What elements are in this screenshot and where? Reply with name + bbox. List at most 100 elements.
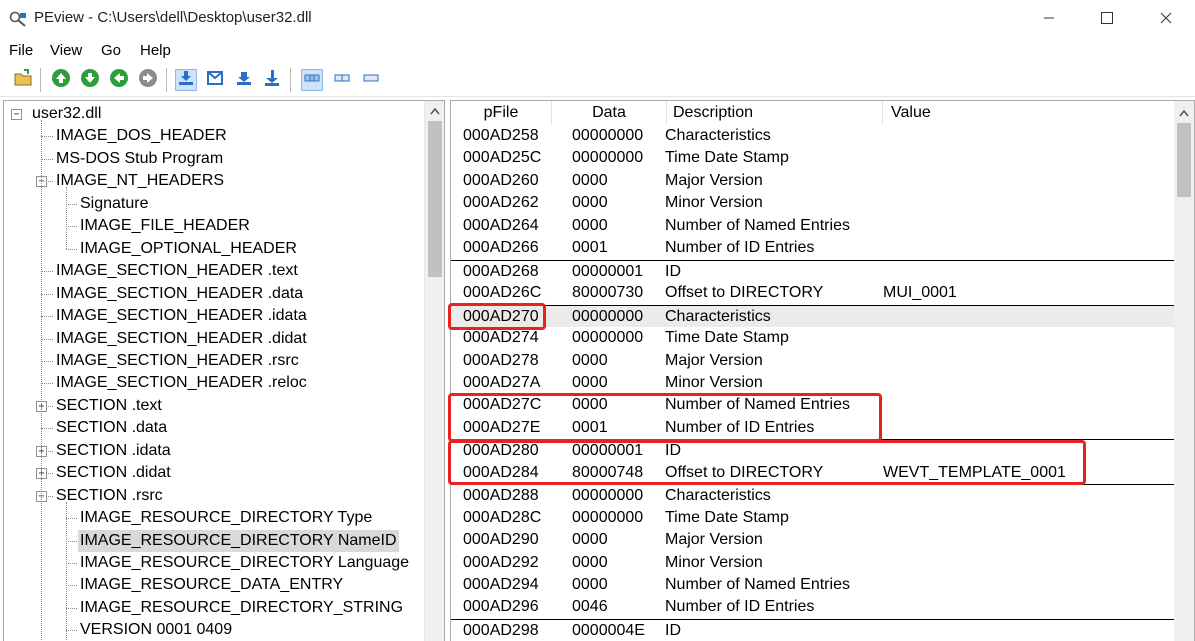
scroll-up-button[interactable] [1174,103,1194,121]
table-row[interactable]: 000AD27A 0000 Minor Version [451,372,1175,394]
tree-item[interactable]: IMAGE_SECTION_HEADER .didat [4,328,424,350]
tree-item[interactable]: + SECTION .text [4,395,424,417]
column-header-pfile[interactable]: pFile [451,101,552,125]
tree-connector [66,540,77,542]
table-row[interactable]: 000AD274 00000000 Time Date Stamp [451,327,1175,349]
open-file-button[interactable] [12,69,34,91]
menu-go[interactable]: Go [101,42,121,59]
table-row[interactable]: 000AD264 0000 Number of Named Entries [451,215,1175,237]
scroll-up-button[interactable] [425,101,444,119]
tree-connector [66,607,77,609]
data-cell: 0000004E [572,621,645,639]
tree-item-label: IMAGE_RESOURCE_DIRECTORY_STRING [80,598,404,616]
pfile-cell: 000AD270 [463,307,539,325]
description-cell: ID [665,621,681,639]
table-row[interactable]: 000AD260 0000 Major Version [451,170,1175,192]
table-row[interactable]: 000AD258 00000000 Characteristics [451,125,1175,147]
table-row[interactable]: 000AD27E 0001 Number of ID Entries [451,417,1175,439]
tree-item[interactable]: − user32.dll [4,103,424,125]
tree-connector [41,136,53,138]
view-end-button[interactable] [261,69,283,91]
description-cell: Major Version [665,351,763,369]
description-cell: Characteristics [665,487,771,505]
tree-item[interactable]: IMAGE_SECTION_HEADER .idata [4,305,424,327]
tree-item[interactable]: IMAGE_DOS_HEADER [4,125,424,147]
go-back-button[interactable] [108,69,130,91]
view-list-button[interactable] [331,69,353,91]
minimize-button[interactable] [1020,0,1078,38]
grid-scrollbar-thumb[interactable] [1177,123,1191,197]
table-row[interactable]: 000AD294 0000 Number of Named Entries [451,574,1175,596]
tree-item[interactable]: IMAGE_SECTION_HEADER .rsrc [4,350,424,372]
table-row[interactable]: 000AD26C 80000730 Offset to DIRECTORY MUI_0… [451,282,1175,304]
table-row[interactable]: 000AD27C 0000 Number of Named Entries [451,394,1175,416]
data-cell: 0000 [572,576,608,593]
table-row[interactable]: 000AD296 0046 Number of ID Entries [451,596,1175,618]
tree-item[interactable]: IMAGE_RESOURCE_DATA_ENTRY [4,574,424,596]
tree-scrollbar[interactable] [424,101,444,641]
table-row[interactable]: 000AD298 0000004E ID [451,618,1175,641]
grid-scrollbar[interactable] [1174,101,1194,641]
tree-item[interactable]: VERSION 0001 0409 [4,619,424,641]
menu-help[interactable]: Help [140,42,171,59]
go-up-button[interactable] [50,69,72,91]
table-row[interactable]: 000AD270 00000000 Characteristics [451,304,1175,327]
tree-item[interactable]: IMAGE_RESOURCE_DIRECTORY NameID [4,529,424,552]
table-row[interactable]: 000AD290 0000 Major Version [451,529,1175,551]
table-row[interactable]: 000AD278 0000 Major Version [451,350,1175,372]
description-cell: Number of ID Entries [665,418,815,436]
view-small-button[interactable] [360,69,382,91]
tree-item[interactable]: IMAGE_RESOURCE_DIRECTORY Type [4,507,424,529]
pfile-cell: 000AD280 [463,442,539,460]
table-row[interactable]: 000AD28C 00000000 Time Date Stamp [451,507,1175,529]
tree-item[interactable]: IMAGE_OPTIONAL_HEADER [4,238,424,260]
table-row[interactable]: 000AD266 0001 Number of ID Entries [451,237,1175,259]
tree-item[interactable]: − IMAGE_NT_HEADERS [4,170,424,192]
table-row[interactable]: 000AD292 0000 Minor Version [451,552,1175,574]
view-start-icon [235,69,253,91]
tree-item[interactable]: IMAGE_SECTION_HEADER .reloc [4,372,424,394]
view-text-button[interactable] [204,69,226,91]
tree-item-label: SECTION .text [56,396,162,414]
tree-item[interactable]: IMAGE_FILE_HEADER [4,215,424,237]
collapse-icon[interactable]: − [11,109,22,120]
tree-item[interactable]: Signature [4,193,424,215]
tree-item[interactable]: + SECTION .idata [4,440,424,462]
description-cell: Number of Named Entries [665,576,850,593]
menu-view[interactable]: View [50,42,82,59]
tree-item[interactable]: MS-DOS Stub Program [4,148,424,170]
table-row[interactable]: 000AD280 00000001 ID [451,439,1175,461]
tree-item[interactable]: SECTION .data [4,417,424,439]
pfile-cell: 000AD284 [463,463,539,481]
tree-item[interactable]: + SECTION .didat [4,462,424,484]
tree-item[interactable]: IMAGE_RESOURCE_DIRECTORY_STRING [4,597,424,619]
pfile-cell: 000AD258 [463,127,539,144]
tree-scrollbar-thumb[interactable] [428,121,442,277]
maximize-button[interactable] [1078,0,1136,38]
view-details-button[interactable] [301,69,323,91]
go-down-button[interactable] [79,69,101,91]
close-button[interactable] [1137,0,1195,38]
table-row[interactable]: 000AD284 80000748 Offset to DIRECTORY WEVT_… [451,462,1175,484]
column-header-description[interactable]: Description [667,101,883,125]
toolbar-separator [290,68,291,92]
data-cell: 00000000 [572,329,644,347]
pfile-cell: 000AD266 [463,239,539,257]
view-hex-button[interactable] [175,69,197,91]
tree-item[interactable]: IMAGE_RESOURCE_DIRECTORY Language [4,552,424,574]
pfile-cell: 000AD28C [463,508,542,526]
tree-item[interactable]: IMAGE_SECTION_HEADER .data [4,283,424,305]
view-start-button[interactable] [233,69,255,91]
table-row[interactable]: 000AD262 0000 Minor Version [451,192,1175,214]
go-up-icon [51,68,71,92]
go-forward-button[interactable] [137,69,159,91]
tree-item[interactable]: IMAGE_SECTION_HEADER .text [4,260,424,282]
table-row[interactable]: 000AD25C 00000000 Time Date Stamp [451,147,1175,169]
column-header-data[interactable]: Data [552,101,667,125]
menu-file[interactable]: File [9,42,33,59]
column-header-value[interactable]: Value [883,101,1175,125]
data-cell: 0046 [572,598,608,616]
table-row[interactable]: 000AD268 00000001 ID [451,259,1175,282]
table-row[interactable]: 000AD288 00000000 Characteristics [451,484,1175,506]
tree-item[interactable]: − SECTION .rsrc [4,485,424,507]
